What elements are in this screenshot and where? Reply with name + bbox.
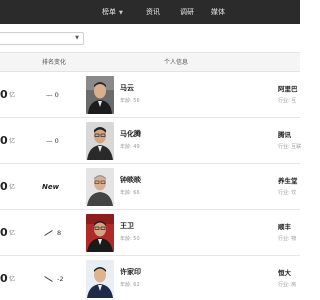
industry: 行业: 互 (278, 98, 297, 104)
industry: 行业: 房 (278, 282, 297, 288)
top-nav-bar: 榜单 ▼ 资讯 调研 媒体 (0, 0, 300, 24)
net-worth-unit: 亿 (9, 230, 16, 237)
net-worth-unit: 亿 (9, 138, 16, 145)
rank-change: 8 (44, 228, 61, 238)
industry: 行业: 物 (278, 236, 297, 242)
filter-bar: ▼ (0, 24, 300, 52)
header-rank-change: 排名变化 (42, 59, 67, 66)
portrait-photo-icon (86, 214, 114, 252)
net-worth: 0 (0, 134, 8, 147)
chevron-down-icon: ▼ (75, 35, 79, 41)
industry: 行业: 饮 (278, 190, 297, 196)
header-personal-info: 个人信息 (164, 59, 189, 66)
trend-down-icon (44, 276, 53, 282)
table-row[interactable]: 0 亿 — 0 马云 年龄: 56 阿里巴 行业: 互 (0, 72, 300, 118)
person-name[interactable]: 马云 (120, 83, 134, 93)
portrait-photo-icon (86, 168, 114, 206)
trend-up-icon (44, 230, 53, 236)
portrait-photo-icon (86, 76, 114, 114)
person-name[interactable]: 许家印 (120, 267, 141, 277)
person-photo[interactable] (86, 214, 114, 252)
net-worth: 0 (0, 88, 8, 101)
nav-rankings[interactable]: 榜单 ▼ (102, 0, 123, 24)
company-name[interactable]: 顺丰 (278, 221, 291, 231)
person-photo[interactable] (86, 260, 114, 298)
nav-info[interactable]: 资讯 (146, 0, 160, 24)
person-name[interactable]: 王卫 (120, 221, 134, 231)
person-photo[interactable] (86, 168, 114, 206)
filter-select[interactable]: ▼ (0, 32, 84, 45)
company-name[interactable]: 养生堂 (278, 175, 298, 185)
rank-change: — 0 (46, 91, 59, 99)
rank-change-value: -2 (57, 275, 64, 283)
net-worth: 0 (0, 226, 8, 239)
company-name[interactable]: 恒大 (278, 267, 291, 277)
person-age: 年龄: 49 (120, 144, 140, 150)
nav-research[interactable]: 调研 (180, 0, 194, 24)
rank-change-new-badge: New (42, 183, 60, 191)
person-photo[interactable] (86, 76, 114, 114)
rank-change: — 0 (46, 137, 59, 145)
person-age: 年龄: 56 (120, 98, 140, 104)
table-row[interactable]: 0 亿 8 王卫 年龄: 50 顺丰 行业: 物 (0, 210, 300, 256)
net-worth-unit: 亿 (9, 276, 16, 283)
person-age: 年龄: 62 (120, 282, 140, 288)
net-worth: 0 (0, 272, 8, 285)
table-row[interactable]: 0 亿 -2 许家印 年龄: 62 恒大 行业: 房 (0, 256, 300, 300)
company-name[interactable]: 腾讯 (278, 129, 291, 139)
nav-rankings-label: 榜单 (102, 8, 116, 16)
person-age: 年龄: 66 (120, 190, 140, 196)
net-worth-unit: 亿 (9, 184, 16, 191)
person-photo[interactable] (86, 122, 114, 160)
net-worth-unit: 亿 (9, 92, 16, 99)
table-row[interactable]: 0 亿 New 钟睒睒 年龄: 66 养生堂 行业: 饮 (0, 164, 300, 210)
rank-change: -2 (44, 274, 63, 284)
person-name[interactable]: 钟睒睒 (120, 175, 141, 185)
table-row[interactable]: 0 亿 — 0 马化腾 年龄: 49 腾讯 行业: 互联 (0, 118, 302, 164)
rank-change-value: 8 (57, 229, 62, 237)
portrait-photo-icon (86, 260, 114, 298)
net-worth: 0 (0, 180, 8, 193)
person-name[interactable]: 马化腾 (120, 129, 141, 139)
table-header: 排名变化 个人信息 (0, 52, 300, 72)
nav-media[interactable]: 媒体 (211, 0, 225, 24)
portrait-photo-icon (86, 122, 114, 160)
company-name[interactable]: 阿里巴 (278, 83, 298, 93)
caret-down-icon: ▼ (119, 10, 123, 16)
industry: 行业: 互联 (278, 144, 302, 150)
person-age: 年龄: 50 (120, 236, 140, 242)
